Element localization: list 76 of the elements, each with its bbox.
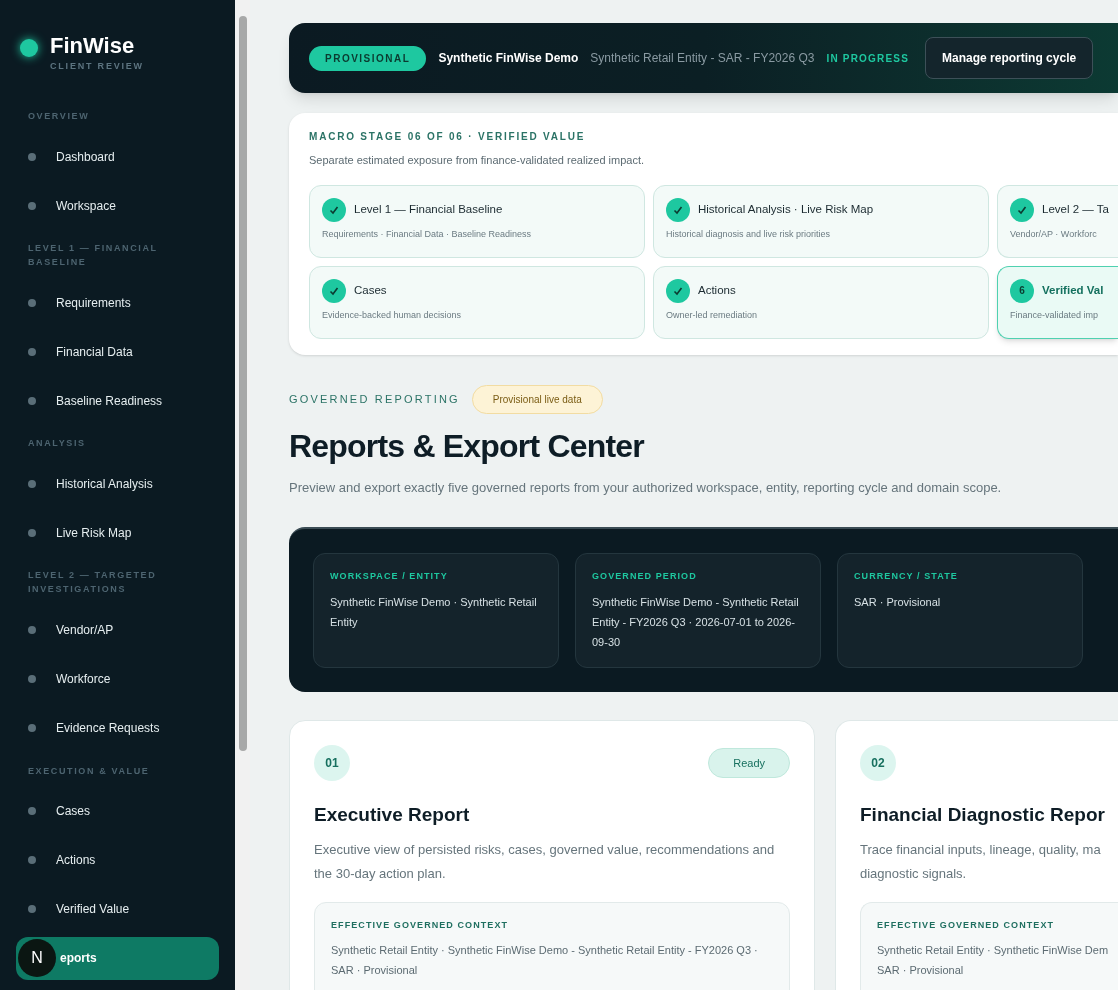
bullet-icon (28, 152, 36, 161)
stage-description: Separate estimated exposure from finance-validated realized impact. (309, 153, 646, 168)
section-heading: LEVEL 1 — FINANCIAL BASELINE (27, 242, 159, 270)
nav-item[interactable]: N eports (16, 936, 219, 980)
section-eyebrow: GOVERNED REPORTING (289, 391, 460, 407)
bullet-icon (28, 347, 36, 356)
stage-title: Cases (354, 282, 387, 298)
stage-detail: Vendor/AP · Workforc (1010, 227, 1098, 241)
stage-title: Actions (698, 282, 736, 298)
bullet-icon (28, 625, 36, 634)
nav-item[interactable]: Baseline Readiness (16, 379, 219, 423)
section-heading: LEVEL 2 — TARGETED INVESTIGATIONS (27, 569, 158, 597)
nav-item[interactable]: Live Risk Map (16, 511, 219, 555)
stage-title: Historical Analysis · Live Risk Map (698, 201, 874, 217)
stage-detail: Historical diagnosis and live risk priorities (666, 227, 832, 241)
bullet-icon (28, 396, 36, 405)
nav-item[interactable]: Evidence Requests (16, 706, 219, 750)
bullet-icon (28, 807, 36, 816)
report-title: Executive Report (314, 803, 471, 827)
stage-detail: Finance-validated imp (1010, 308, 1100, 322)
context-label: EFFECTIVE GOVERNED CONTEXT (877, 918, 1056, 932)
report-status-badge: Ready (708, 747, 790, 779)
stage-title: Verified Val (1042, 282, 1104, 298)
page-description: Preview and export exactly five governed reports from your authorized workspace, entity, reporting cycle and domain scope. (289, 478, 1003, 497)
stage-title: Level 2 — Ta (1042, 201, 1109, 217)
context-label: GOVERNED PERIOD (592, 570, 698, 583)
report-number: 02 (860, 745, 896, 781)
status-badge: PROVISIONAL (309, 45, 427, 71)
nav-item[interactable]: Dashboard (16, 135, 219, 179)
context-label: EFFECTIVE GOVERNED CONTEXT (331, 918, 510, 932)
stage-detail: Evidence-backed human decisions (322, 308, 463, 322)
context-label: CURRENCY / STATE (854, 570, 959, 583)
report-title: Financial Diagnostic Repor (860, 803, 1106, 827)
section-heading: ANALYSIS (27, 437, 87, 451)
section-heading: EXECUTION & VALUE (27, 764, 151, 778)
stage-number: 6 (1010, 278, 1034, 303)
manage-cycle-button[interactable]: Manage reporting cycle (925, 37, 1094, 79)
context-value: Synthetic FinWise Demo - Synthetic Retail Entity - FY2026 Q3 · 2026-07-01 to 2026-09-30 (592, 594, 800, 650)
workspace-name: Synthetic FinWise Demo (438, 50, 579, 67)
nav-item[interactable]: Cases (16, 789, 219, 833)
nav-item[interactable]: Workspace (16, 184, 219, 228)
data-status-badge: Provisional live data (471, 384, 603, 414)
brand-subtitle: CLIENT REVIEW (50, 59, 144, 73)
stage-title: Level 1 — Financial Baseline (354, 201, 503, 217)
stage-detail: Owner-led remediation (666, 308, 759, 322)
nav-item[interactable]: Actions (16, 838, 219, 882)
context-value: SAR · Provisional (854, 594, 942, 610)
progress-status: IN PROGRESS (826, 51, 910, 66)
nav-item[interactable]: Vendor/AP (16, 608, 219, 652)
nav-item[interactable]: Verified Value (16, 887, 219, 931)
page-title: Reports & Export Center (289, 426, 646, 466)
stage-eyebrow: MACRO STAGE 06 OF 06 · VERIFIED VALUE (309, 130, 587, 144)
nav-item[interactable]: Historical Analysis (16, 462, 219, 506)
brand-name: FinWise (50, 32, 136, 60)
stage-detail: Requirements · Financial Data · Baseline Readiness (322, 227, 533, 241)
bullet-icon (28, 724, 36, 733)
report-description: Executive view of persisted risks, cases, governed value, recommendations and the 30-day action plan. (314, 840, 776, 883)
context-value: Synthetic FinWise Demo · Synthetic Retail Entity (330, 594, 538, 630)
report-description: Trace financial inputs, lineage, quality, ma diagnostic signals. (860, 840, 1102, 883)
nav-item[interactable]: Requirements (16, 281, 219, 325)
section-heading: OVERVIEW (27, 110, 91, 123)
nav-item[interactable]: Workforce (16, 657, 219, 701)
context-text: Synthetic Retail Entity - SAR - FY2026 Q3 (590, 50, 815, 67)
context-value: Synthetic Retail Entity · Synthetic FinWise Dem SAR · Provisional (877, 943, 1109, 978)
context-label: WORKSPACE / ENTITY (330, 570, 449, 583)
dev-badge-button[interactable]: N (18, 939, 56, 978)
context-value: Synthetic Retail Entity · Synthetic FinWise Demo - Synthetic Retail Entity - FY2026 Q3 · SAR · Provisional (331, 943, 759, 978)
bullet-icon (28, 298, 36, 307)
bullet-icon (28, 675, 36, 684)
bullet-icon (28, 528, 36, 537)
bullet-icon (28, 201, 36, 210)
bullet-icon (28, 856, 36, 865)
nav-item[interactable]: Financial Data (16, 330, 219, 374)
report-number: 01 (314, 745, 350, 781)
bullet-icon (28, 479, 36, 488)
bullet-icon (28, 905, 36, 914)
